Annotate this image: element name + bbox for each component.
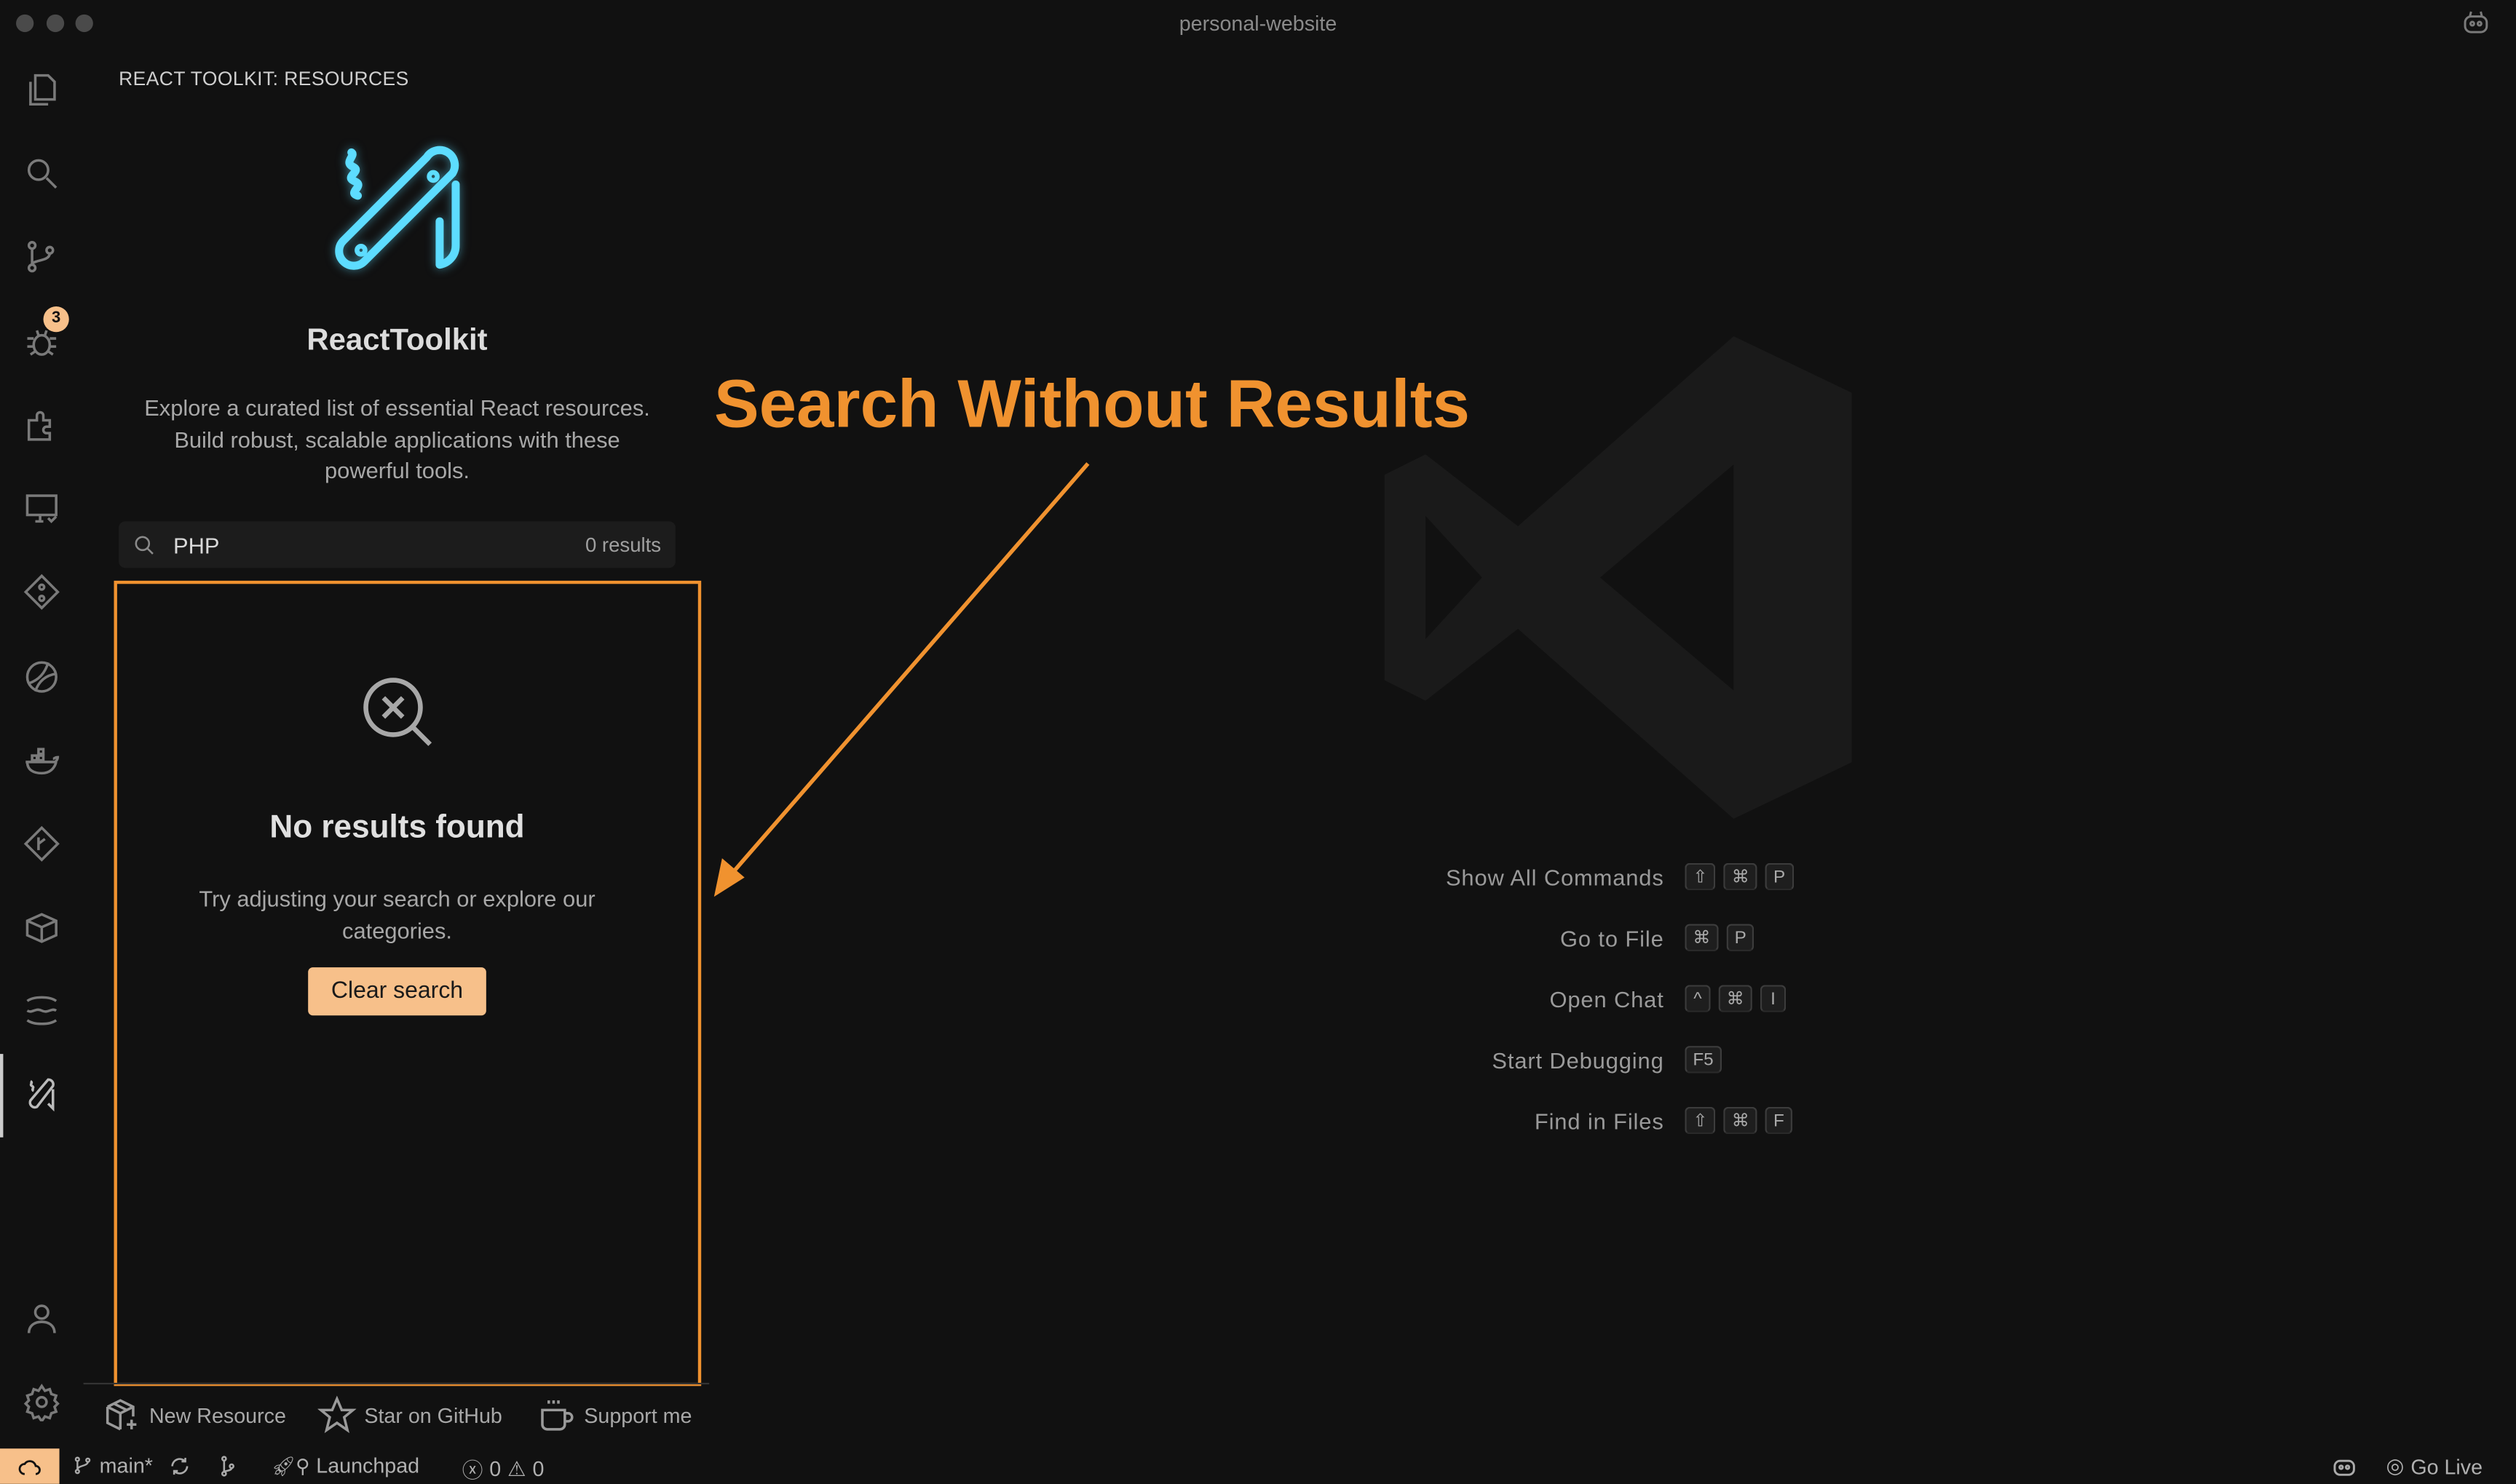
- shortcut-find-in-files[interactable]: Find in Files ⇧ ⌘ F: [1283, 1106, 1813, 1135]
- wave-icon[interactable]: [23, 991, 61, 1030]
- search-icon[interactable]: [23, 154, 61, 193]
- warning-icon: ⚠: [507, 1456, 526, 1480]
- files-icon[interactable]: [23, 71, 61, 109]
- shortcut-label: Find in Files: [1534, 1107, 1664, 1134]
- package-icon[interactable]: [23, 908, 61, 947]
- cloud-icon: [18, 1460, 41, 1475]
- docker-icon[interactable]: [23, 741, 61, 779]
- key: P: [1765, 862, 1794, 891]
- brand-name: ReactToolkit: [306, 324, 488, 358]
- package-plus-icon: [106, 1399, 137, 1431]
- key: P: [1726, 924, 1755, 952]
- extensions-icon[interactable]: [23, 406, 61, 445]
- new-resource-button[interactable]: New Resource: [103, 1396, 286, 1435]
- warning-count: 0: [532, 1456, 545, 1481]
- copilot-status-icon[interactable]: [2332, 1453, 2357, 1479]
- debug-icon[interactable]: [23, 322, 61, 361]
- remote-button[interactable]: [0, 1448, 60, 1484]
- sync-icon[interactable]: [168, 1455, 191, 1477]
- activity-bar: 3: [0, 48, 84, 1448]
- key: ⌘: [1718, 985, 1752, 1012]
- empty-state-message: Try adjusting your search or explore our…: [199, 885, 596, 943]
- key: ⇧: [1685, 862, 1716, 891]
- key: I: [1760, 985, 1787, 1012]
- git-graph-icon[interactable]: [23, 573, 61, 611]
- footer-divider: [83, 1382, 710, 1385]
- coffee-icon: [541, 1400, 574, 1431]
- empty-state-title: No results found: [269, 810, 525, 846]
- annotation-title: Search Without Results: [713, 365, 1471, 442]
- key: F: [1765, 1106, 1792, 1135]
- status-bar: main* 🚀︎⚲ Launchpad ⓧ 0 ⚠ 0 ◎ Go Live: [0, 1448, 2516, 1484]
- shortcut-label: Show All Commands: [1445, 863, 1664, 890]
- key: F5: [1685, 1046, 1722, 1074]
- support-me-button[interactable]: Support me: [537, 1396, 692, 1435]
- gear-icon[interactable]: [23, 1383, 61, 1424]
- rocket-plug-icon: 🚀︎⚲: [271, 1454, 310, 1477]
- shortcut-label: Go to File: [1560, 924, 1664, 951]
- star-icon: [317, 1395, 357, 1434]
- annotation-arrow: [713, 462, 1090, 897]
- clear-search-button[interactable]: Clear search: [308, 967, 486, 1016]
- support-me-label: Support me: [584, 1402, 692, 1427]
- copilot-icon[interactable]: [2461, 8, 2491, 37]
- ball-icon[interactable]: [23, 658, 61, 697]
- gitlens-icon[interactable]: [23, 825, 61, 863]
- search-input[interactable]: PHP 0 results: [119, 521, 676, 568]
- shortcut-label: Start Debugging: [1492, 1047, 1664, 1073]
- git-graph-status-icon[interactable]: [217, 1455, 240, 1477]
- source-control-icon[interactable]: [23, 237, 61, 276]
- search-no-results-icon: [360, 674, 437, 751]
- shortcut-show-all-commands[interactable]: Show All Commands ⇧ ⌘ P: [1283, 862, 1813, 891]
- launchpad-button[interactable]: 🚀︎⚲ Launchpad: [271, 1453, 419, 1477]
- problems-button[interactable]: ⓧ 0 ⚠ 0: [462, 1453, 545, 1484]
- star-on-github-button[interactable]: Star on GitHub: [317, 1395, 502, 1435]
- shortcut-go-to-file[interactable]: Go to File ⌘ P: [1283, 924, 1813, 952]
- star-on-github-label: Star on GitHub: [364, 1402, 502, 1427]
- search-icon: [135, 536, 154, 555]
- error-icon: ⓧ: [462, 1458, 483, 1483]
- broadcast-icon: ◎: [2386, 1453, 2405, 1477]
- account-icon[interactable]: [23, 1299, 61, 1338]
- sidebar-title: REACT TOOLKIT: RESOURCES: [119, 67, 409, 90]
- go-live-label: Go Live: [2410, 1454, 2483, 1479]
- key: ^: [1685, 985, 1711, 1012]
- key: ⌘: [1723, 862, 1757, 891]
- shortcut-open-chat[interactable]: Open Chat ^ ⌘ I: [1283, 985, 1813, 1012]
- go-live-button[interactable]: ◎ Go Live: [2386, 1453, 2483, 1479]
- key: ⇧: [1685, 1106, 1716, 1135]
- error-count: 0: [489, 1456, 502, 1481]
- active-indicator: [0, 1054, 4, 1138]
- react-toolkit-logo: [328, 144, 472, 288]
- react-toolkit-icon[interactable]: [23, 1075, 61, 1114]
- launchpad-label: Launchpad: [316, 1453, 420, 1477]
- key: ⌘: [1685, 924, 1719, 952]
- branch-name: main*: [99, 1453, 153, 1477]
- remote-explorer-icon[interactable]: [23, 489, 61, 528]
- search-value: PHP: [173, 532, 220, 559]
- new-resource-label: New Resource: [149, 1402, 286, 1427]
- shortcut-start-debugging[interactable]: Start Debugging F5: [1283, 1046, 1813, 1074]
- sidebar-description: Explore a curated list of essential Reac…: [144, 394, 650, 483]
- shortcut-label: Open Chat: [1549, 985, 1664, 1012]
- branch-icon: [74, 1456, 91, 1475]
- branch-button[interactable]: main*: [72, 1453, 153, 1477]
- key: ⌘: [1723, 1106, 1757, 1135]
- results-count: 0 results: [585, 533, 662, 557]
- window-title: personal-website: [1179, 11, 1337, 36]
